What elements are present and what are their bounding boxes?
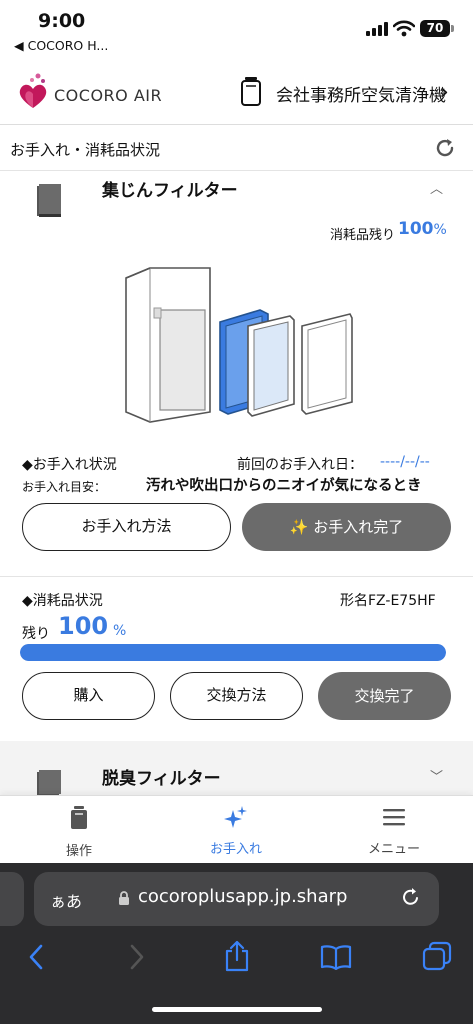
divider — [0, 170, 473, 171]
remain-unit: % — [113, 623, 127, 639]
care-guide-label: お手入れ目安： — [22, 480, 107, 494]
buy-button[interactable]: 購入 — [22, 672, 155, 720]
reader-text-size-button[interactable]: ぁあ — [50, 888, 82, 912]
chevron-down-icon[interactable]: ﹀ — [430, 766, 443, 785]
sparkle-icon — [224, 806, 247, 828]
replace-method-button[interactable]: 交換方法 — [170, 672, 303, 720]
hamburger-menu-icon — [383, 809, 405, 826]
url-text[interactable]: cocoroplusapp.jp.sharp — [138, 886, 347, 907]
last-care-label: 前回のお手入れ日： — [237, 457, 363, 473]
care-status-label: ◆お手入れ状況 — [22, 457, 117, 473]
tab-label: 操作 — [65, 844, 92, 859]
brand-name: COCORO AIR — [54, 86, 163, 105]
remain-label: 残り — [22, 626, 50, 642]
previous-tab[interactable] — [0, 872, 24, 926]
remaining-label: 消耗品残り — [330, 228, 396, 243]
filter-book-icon — [37, 184, 61, 217]
purifier-icon — [71, 806, 87, 829]
forward-arrow-icon[interactable] — [129, 944, 145, 970]
care-method-button[interactable]: お手入れ方法 — [22, 503, 231, 551]
refresh-icon[interactable] — [434, 137, 456, 159]
tab-label: メニュー — [367, 842, 420, 857]
tab-label: お手入れ — [209, 842, 262, 857]
reload-icon[interactable] — [400, 886, 422, 908]
filter-illustration — [125, 267, 353, 423]
tab-care[interactable]: お手入れ — [176, 806, 296, 857]
lock-icon — [119, 891, 129, 905]
back-arrow-icon[interactable] — [28, 944, 44, 970]
tab-operate[interactable]: 操作 — [19, 806, 139, 859]
section-title: お手入れ・消耗品状況 — [10, 141, 161, 159]
remaining-value: 100% — [398, 219, 447, 239]
filter-book-icon — [37, 770, 61, 796]
tab-menu[interactable]: メニュー — [334, 808, 454, 857]
device-name[interactable]: 会社事務所空気清浄機 — [276, 81, 446, 106]
chevron-right-icon[interactable]: › — [440, 80, 449, 105]
care-guide-text: 汚れや吹出口からのニオイが気になるとき — [146, 478, 422, 494]
remaining-progress-fill — [20, 644, 446, 661]
back-to-app-link[interactable]: ◀ COCORO H... — [14, 38, 108, 53]
filter2-card[interactable] — [0, 741, 473, 797]
last-care-date: ----/--/-- — [380, 454, 430, 470]
cellular-signal-icon — [366, 22, 388, 36]
battery-icon: 70 — [420, 20, 450, 37]
bookmarks-icon[interactable] — [320, 944, 352, 970]
divider — [0, 576, 473, 577]
model-number: 形名FZ-E75HF — [340, 593, 436, 609]
remain-value: 100 — [58, 612, 109, 640]
cocoro-logo-icon — [19, 73, 47, 108]
tab-bar: 操作 お手入れ メニュー — [0, 795, 473, 864]
share-icon[interactable] — [224, 940, 250, 972]
status-time: 9:00 — [38, 10, 86, 32]
filter-name: 集じんフィルター — [102, 181, 238, 201]
consumable-status-label: ◆消耗品状況 — [22, 593, 103, 609]
chevron-up-icon[interactable]: ︿ — [430, 178, 443, 197]
filter2-name: 脱臭フィルター — [102, 769, 221, 789]
home-indicator — [152, 1007, 322, 1012]
wifi-icon — [393, 20, 415, 37]
tabs-icon[interactable] — [422, 941, 452, 971]
air-purifier-icon — [241, 77, 261, 106]
battery-tip — [451, 25, 454, 32]
replace-done-button[interactable]: 交換完了 — [318, 672, 451, 720]
care-done-button[interactable]: ✨ お手入れ完了 — [242, 503, 451, 551]
remaining-progress-bar — [20, 644, 446, 661]
